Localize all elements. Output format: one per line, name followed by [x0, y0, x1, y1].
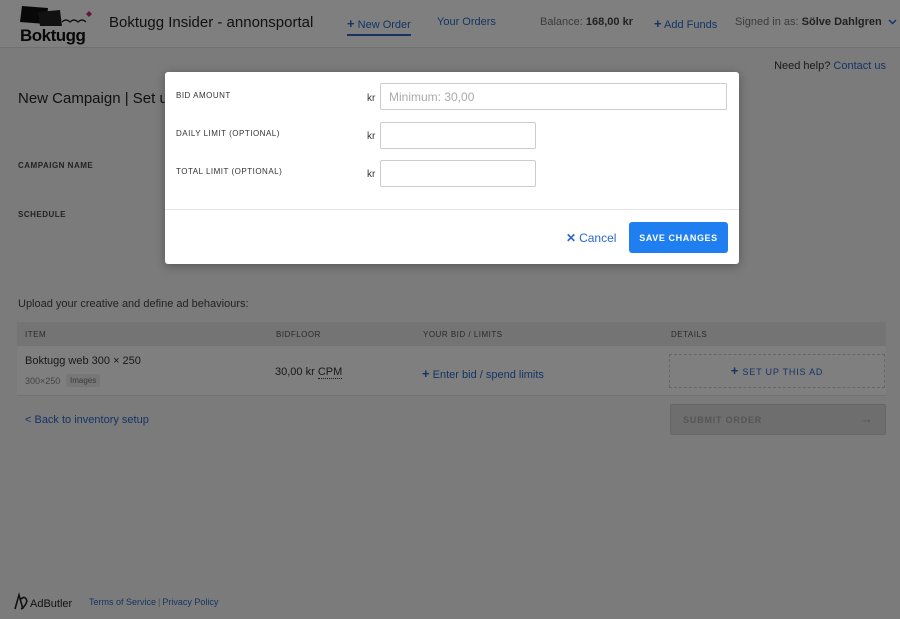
- daily-limit-label: DAILY LIMIT (OPTIONAL): [176, 129, 280, 138]
- bid-amount-currency: kr: [367, 93, 376, 104]
- total-limit-label: TOTAL LIMIT (OPTIONAL): [176, 167, 283, 176]
- daily-limit-currency: kr: [367, 131, 376, 142]
- daily-limit-input[interactable]: [380, 122, 536, 149]
- total-limit-currency: kr: [367, 169, 376, 180]
- close-icon: ✕: [566, 231, 577, 245]
- bid-amount-input[interactable]: [380, 83, 727, 110]
- total-limit-input[interactable]: [380, 160, 536, 187]
- bid-amount-label: BID AMOUNT: [176, 91, 231, 100]
- cancel-button[interactable]: ✕ Cancel: [566, 231, 616, 245]
- save-changes-button[interactable]: SAVE CHANGES: [629, 222, 728, 253]
- modal-divider: [165, 209, 739, 210]
- cancel-label: Cancel: [579, 231, 617, 245]
- bid-limits-modal: BID AMOUNT kr DAILY LIMIT (OPTIONAL) kr …: [165, 72, 739, 264]
